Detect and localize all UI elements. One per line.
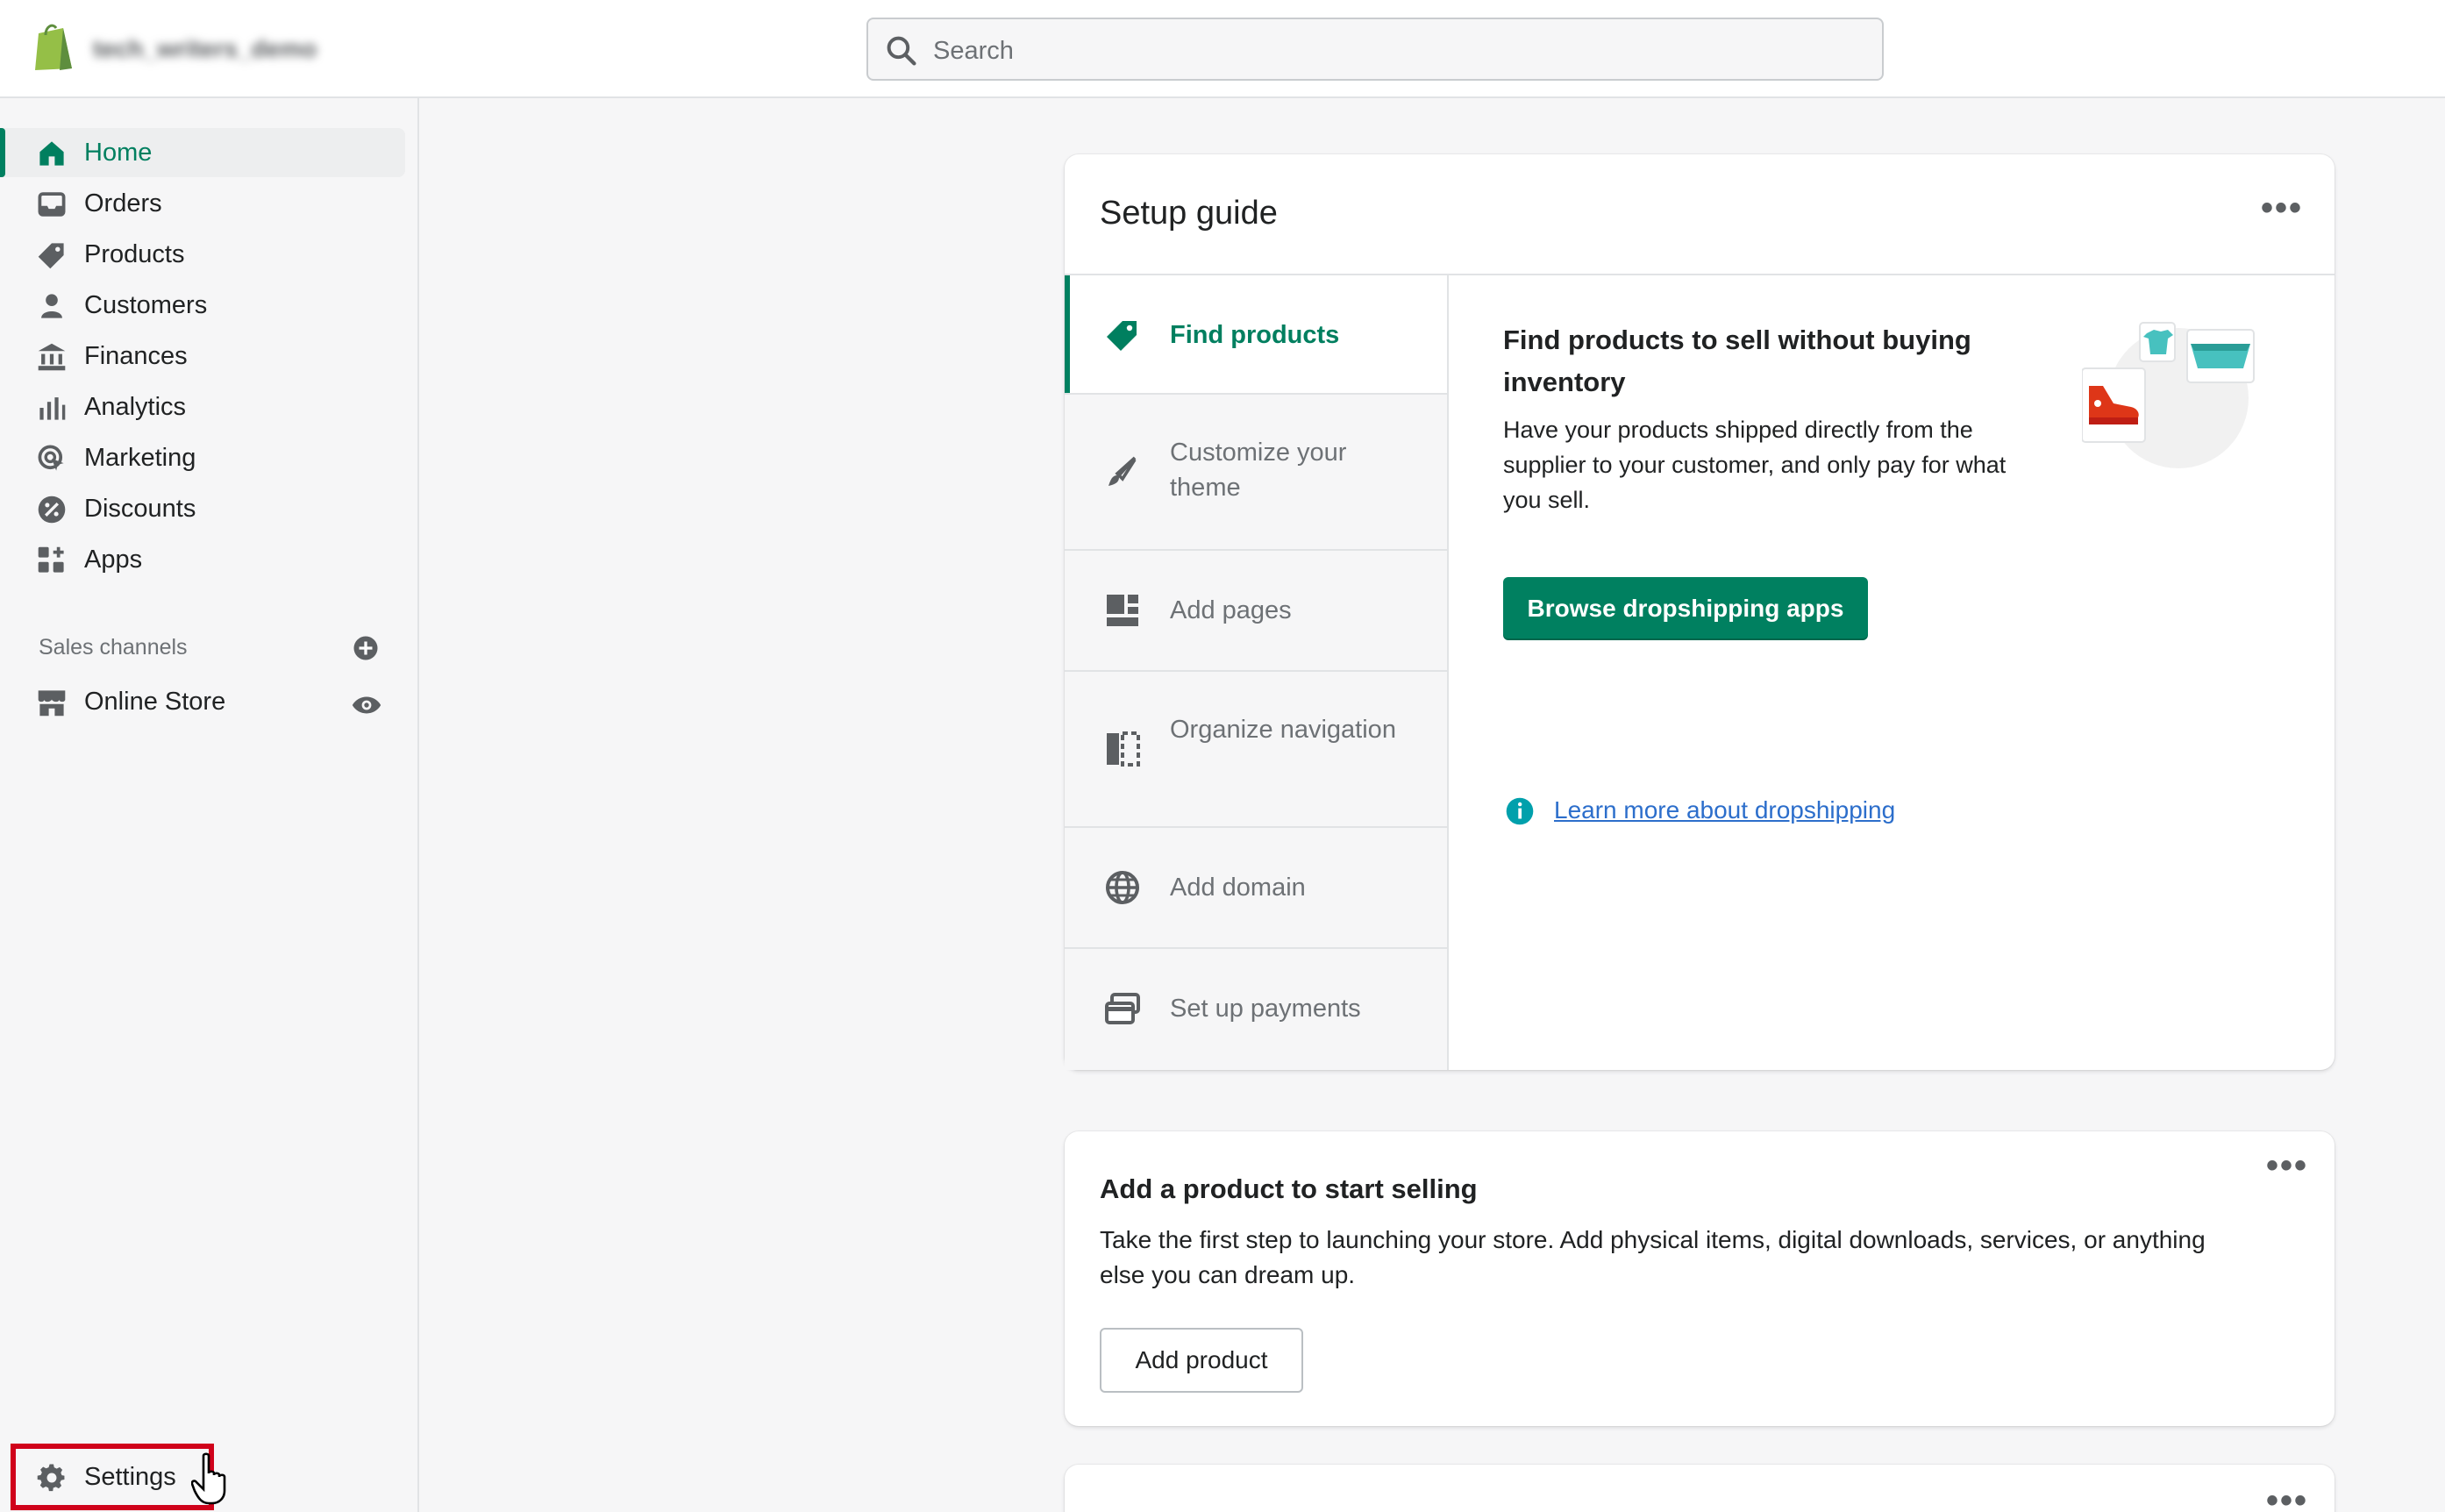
pages-icon (1107, 595, 1138, 626)
step-set-up-payments[interactable]: Set up payments (1065, 949, 1447, 1070)
sidebar-item-settings[interactable]: Settings (18, 1456, 210, 1500)
shopify-logo-icon[interactable] (30, 21, 79, 74)
sidebar-item-marketing[interactable]: Marketing (0, 433, 405, 482)
sidebar-item-products[interactable]: Products (0, 230, 405, 279)
sidebar-item-label: Marketing (84, 444, 196, 472)
bar-chart-icon (39, 397, 66, 420)
settings-label: Settings (84, 1463, 176, 1491)
browse-dropshipping-apps-button[interactable]: Browse dropshipping apps (1503, 577, 1868, 640)
learn-more-dropshipping-link[interactable]: Learn more about dropshipping (1554, 796, 1895, 824)
step-label: Customize your theme (1170, 439, 1347, 502)
setup-guide-card: Setup guide ••• Find products Customize … (1065, 154, 2335, 1070)
store-name[interactable]: tech_writers_demo (93, 35, 317, 63)
target-icon (38, 445, 64, 471)
sidebar-item-customers[interactable]: Customers (0, 281, 405, 330)
home-icon (39, 141, 64, 166)
sidebar-item-label: Orders (84, 189, 162, 218)
sidebar-item-label: Discounts (84, 495, 196, 523)
more-actions-icon[interactable]: ••• (2266, 1148, 2308, 1183)
sidebar-item-discounts[interactable]: Discounts (0, 484, 405, 533)
sidebar-item-label: Customers (84, 291, 208, 319)
step-find-products[interactable]: Find products (1065, 275, 1447, 395)
info-icon (1506, 797, 1534, 825)
sidebar: Home Orders Products Customers Finances … (0, 98, 419, 1512)
sidebar-item-label: Finances (84, 342, 188, 370)
search-placeholder: Search (933, 37, 1014, 65)
next-card: ••• (1065, 1465, 2335, 1512)
step-add-domain[interactable]: Add domain (1065, 828, 1447, 949)
step-label: Find products (1170, 321, 1340, 349)
search-icon (887, 36, 916, 66)
sidebar-item-label: Online Store (84, 688, 226, 716)
sidebar-item-label: Products (84, 240, 185, 268)
sidebar-item-orders[interactable]: Orders (0, 179, 405, 228)
setup-steps-list: Find products Customize your theme Add p… (1065, 275, 1449, 1070)
step-label: Add domain (1170, 874, 1306, 902)
sidebar-item-label: Apps (84, 546, 143, 574)
step-customize-theme[interactable]: Customize your theme (1065, 395, 1447, 551)
tag-icon (1107, 321, 1137, 351)
step-label: Set up payments (1170, 995, 1361, 1023)
step-organize-navigation[interactable]: Organize navigation (1065, 672, 1447, 828)
more-actions-icon[interactable]: ••• (2261, 190, 2303, 225)
add-product-card: Add a product to start selling ••• Take … (1065, 1131, 2335, 1426)
inbox-icon (38, 192, 66, 217)
add-product-text: Take the first step to launching your st… (1100, 1226, 2206, 1288)
add-sales-channel-icon[interactable] (353, 635, 379, 661)
navigation-icon (1107, 731, 1140, 767)
person-icon (41, 294, 62, 318)
discount-icon (38, 496, 66, 524)
brush-icon (1108, 456, 1137, 486)
sidebar-item-label: Analytics (84, 393, 187, 421)
globe-icon (1106, 871, 1139, 904)
add-product-title: Add a product to start selling (1100, 1173, 1478, 1204)
products-illustration-icon (2082, 322, 2255, 468)
search-input[interactable]: Search (866, 18, 1884, 81)
add-product-button[interactable]: Add product (1100, 1328, 1303, 1393)
gear-icon (37, 1464, 65, 1492)
store-icon (38, 690, 66, 717)
payment-icon (1105, 993, 1140, 1024)
hand-pointer-cursor-icon (191, 1452, 226, 1505)
sidebar-item-home[interactable]: Home (0, 128, 405, 177)
sidebar-item-finances[interactable]: Finances (0, 332, 405, 381)
tag-icon (38, 243, 64, 269)
bank-icon (38, 343, 66, 371)
eye-icon[interactable] (351, 689, 382, 721)
sidebar-item-online-store[interactable]: Online Store (0, 677, 405, 726)
sales-channels-title: Sales channels (39, 635, 188, 660)
setup-guide-title: Setup guide (1100, 195, 1278, 232)
step-detail-text: Have your products shipped directly from… (1503, 417, 2007, 513)
top-bar: tech_writers_demo Search (0, 0, 2445, 98)
sidebar-item-apps[interactable]: Apps (0, 535, 405, 584)
step-label: Add pages (1170, 596, 1292, 624)
more-actions-icon[interactable]: ••• (2266, 1483, 2308, 1512)
apps-icon (38, 546, 64, 573)
step-detail-title: Find products to sell without buying inv… (1503, 325, 1971, 397)
sidebar-item-analytics[interactable]: Analytics (0, 382, 405, 431)
step-add-pages[interactable]: Add pages (1065, 551, 1447, 672)
sidebar-item-label: Home (84, 139, 153, 167)
step-label: Organize navigation (1170, 716, 1396, 744)
